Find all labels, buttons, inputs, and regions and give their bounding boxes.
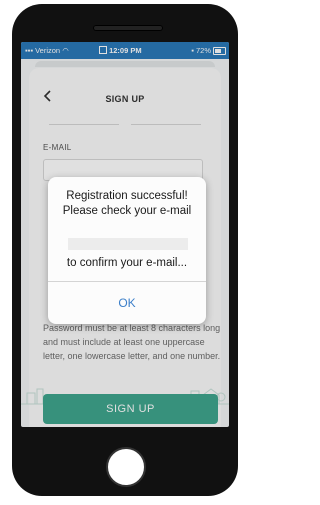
registration-dialog: Registration successful! Please check yo… <box>48 177 206 324</box>
dialog-message: Registration successful! Please check yo… <box>62 190 192 217</box>
redacted-email <box>68 238 188 250</box>
screen: ▪▪▪ Verizon ◠ 12:09 PM ▪ 72% SIGN UP E-M… <box>21 42 229 427</box>
dialog-confirm-text: to confirm your e-mail... <box>66 257 188 269</box>
phone-frame: ▪▪▪ Verizon ◠ 12:09 PM ▪ 72% SIGN UP E-M… <box>12 4 238 496</box>
ok-button[interactable]: OK <box>48 282 206 324</box>
speaker-slot <box>93 25 163 31</box>
home-button[interactable] <box>106 447 146 487</box>
